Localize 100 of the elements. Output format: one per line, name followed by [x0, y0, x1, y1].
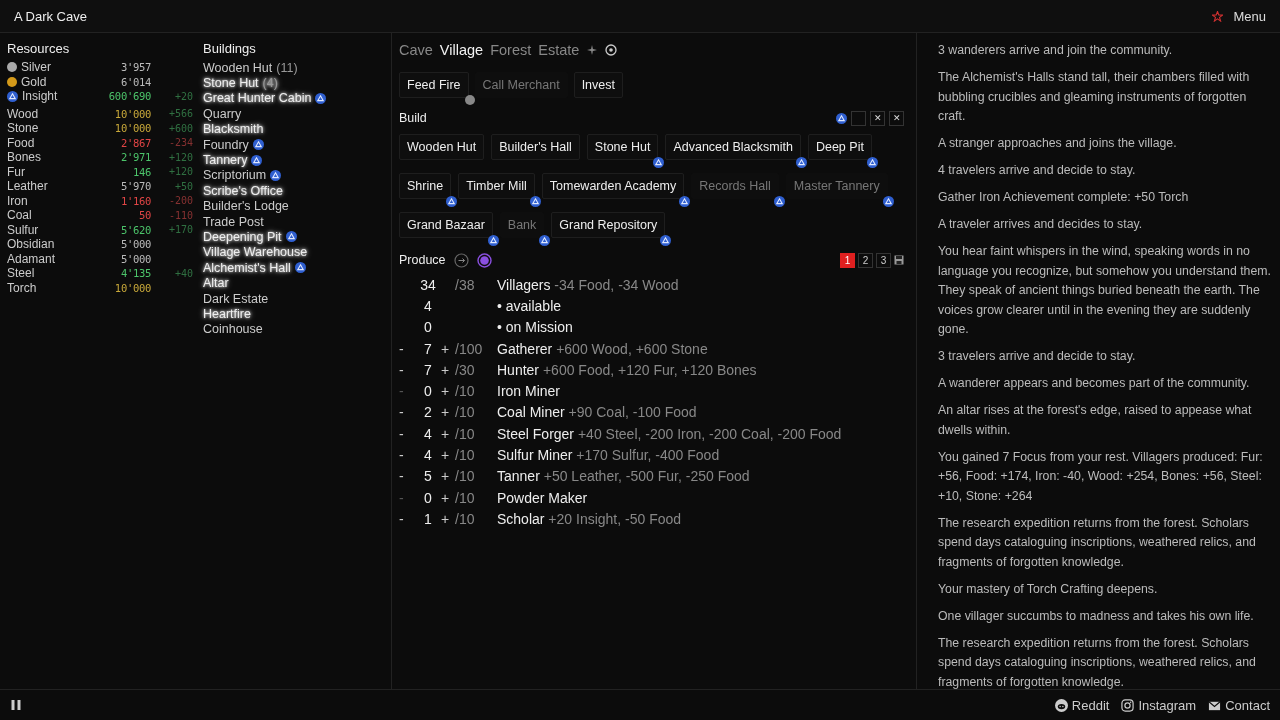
increase-button[interactable]: +: [441, 468, 455, 485]
resource-rate: -110: [167, 209, 193, 221]
footer-link[interactable]: Instagram: [1121, 697, 1197, 713]
close-button[interactable]: ✕: [870, 110, 885, 126]
page-button[interactable]: 3: [876, 252, 891, 268]
insight-icon: [882, 196, 894, 207]
resource-name: Torch: [7, 280, 37, 295]
resource-amount: 5'970: [119, 180, 151, 193]
insight-icon: [294, 262, 306, 274]
resource-amount: 4'135: [119, 267, 151, 280]
worker-count: 4: [423, 297, 433, 314]
building-name: Village Warehouse: [203, 245, 308, 260]
resource-name: Gold: [21, 74, 47, 89]
increase-button[interactable]: +: [441, 404, 455, 421]
action-button[interactable]: Feed Fire: [399, 72, 469, 98]
resource-amount: 2'867: [119, 136, 151, 149]
resource-name: Sulfur: [7, 222, 39, 237]
decrease-button[interactable]: -: [399, 361, 415, 378]
build-button[interactable]: Tomewarden Academy: [541, 173, 685, 199]
worker-effect: +170 Sulfur, -400 Food: [576, 447, 720, 463]
resource-name: Obsidian: [7, 237, 55, 252]
building-name: Blacksmith: [203, 122, 264, 137]
villager-count: 34: [419, 276, 437, 293]
increase-button[interactable]: +: [441, 383, 455, 400]
worker-count: 0: [423, 319, 433, 336]
villager-status: • on Mission: [497, 319, 574, 336]
build-button[interactable]: Timber Mill: [458, 173, 535, 199]
section-heading: Build: [399, 111, 427, 125]
worker-count: 7: [423, 361, 433, 378]
building-name: Deepening Pit: [203, 230, 282, 244]
worker-name: Scholar: [497, 510, 545, 527]
decrease-button[interactable]: -: [399, 404, 415, 421]
arrow-circle-icon[interactable]: [453, 252, 469, 268]
mail-icon: [1208, 698, 1222, 712]
resource-name: Leather: [7, 179, 48, 194]
increase-button[interactable]: +: [441, 510, 455, 527]
insight-icon: [270, 169, 282, 181]
target-icon[interactable]: [605, 44, 618, 56]
footer-link[interactable]: Contact: [1208, 697, 1270, 713]
decrease-button[interactable]: -: [399, 468, 415, 485]
star-icon[interactable]: [1212, 10, 1224, 22]
log-message: Your mastery of Torch Crafting deepens.: [938, 580, 1159, 598]
action-button[interactable]: Invest: [573, 72, 623, 98]
location-tab[interactable]: Cave: [399, 42, 433, 58]
decrease-button[interactable]: -: [399, 425, 415, 442]
location-tab[interactable]: Village: [439, 42, 484, 58]
build-button[interactable]: Builder's Hall: [491, 134, 580, 160]
insight-icon: [866, 157, 878, 168]
worker-capacity: /10: [455, 404, 476, 421]
increase-button[interactable]: +: [441, 489, 455, 506]
menu-button[interactable]: Menu: [1233, 8, 1266, 24]
footer-link[interactable]: Reddit: [1054, 697, 1110, 713]
worker-capacity: /100: [455, 340, 484, 357]
build-button[interactable]: Advanced Blacksmith: [665, 134, 801, 160]
build-button[interactable]: Shrine: [399, 173, 452, 199]
increase-button[interactable]: +: [441, 447, 455, 463]
increase-button[interactable]: +: [441, 425, 455, 442]
log-message: A stranger approaches and joins the village.: [938, 135, 1178, 152]
log-message: 3 travelers arrive and decide to stay.: [938, 348, 1137, 365]
resource-amount: 5'620: [119, 223, 151, 236]
build-button[interactable]: Stone Hut: [586, 134, 659, 160]
decrease-button[interactable]: -: [399, 340, 415, 357]
page-button[interactable]: 2: [858, 252, 873, 268]
pause-icon[interactable]: [10, 699, 22, 711]
save-icon[interactable]: [894, 255, 904, 265]
decrease-button[interactable]: -: [399, 447, 415, 463]
resource-name: Stone: [7, 121, 39, 136]
worker-name: Steel Forger: [497, 425, 575, 442]
building-name: Tannery: [203, 153, 248, 168]
resource-rate: +20: [173, 90, 193, 102]
build-button[interactable]: Grand Bazaar: [399, 212, 493, 238]
resource-amount: 10'000: [113, 122, 151, 135]
coin-icon: [7, 62, 17, 73]
worker-count: 4: [423, 447, 433, 463]
build-button[interactable]: Deep Pit: [807, 134, 872, 160]
worker-effect: +50 Leather, -500 Fur, -250 Food: [543, 468, 750, 485]
increase-button[interactable]: +: [441, 340, 455, 357]
resource-name: Wood: [7, 106, 39, 121]
resource-amount: 146: [131, 165, 151, 178]
close-button[interactable]: ✕: [889, 110, 904, 126]
increase-button[interactable]: +: [441, 361, 455, 378]
resource-name: Insight: [22, 89, 58, 104]
worker-name: Hunter: [497, 361, 540, 378]
log-message: The research expedition returns from the forest. Scholars spend days cataloguing inscriptions, weathered relics, and fragments of forgotten knowledge.: [938, 634, 1257, 689]
page-button[interactable]: 1: [840, 252, 855, 268]
insight-icon: [529, 196, 541, 207]
worker-effect: +90 Coal, -100 Food: [568, 404, 697, 421]
resource-rate: +50: [173, 180, 193, 192]
location-tab[interactable]: Estate: [538, 42, 580, 58]
resource-name: Coal: [7, 208, 32, 223]
resource-rate: -200: [167, 195, 193, 207]
worker-count: 0: [423, 489, 433, 506]
orb-icon[interactable]: [476, 252, 492, 268]
building-name: Heartfire: [203, 306, 251, 321]
decrease-button[interactable]: -: [399, 510, 415, 527]
location-tab[interactable]: Forest: [490, 42, 532, 58]
build-button[interactable]: Grand Repository: [551, 212, 666, 238]
building-name: Coinhouse: [203, 322, 263, 337]
build-button[interactable]: Wooden Hut: [399, 134, 485, 160]
instagram-icon: [1121, 698, 1135, 712]
